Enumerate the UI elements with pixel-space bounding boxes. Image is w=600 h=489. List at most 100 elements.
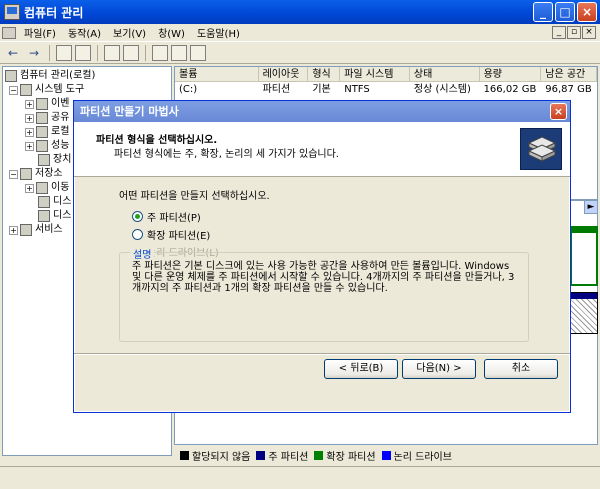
tree-item-label: 시스템 도구	[35, 84, 85, 95]
cell-file-system: NTFS	[344, 84, 370, 95]
cell-status: 정상 (시스템)	[413, 84, 471, 95]
collapse-icon[interactable]: −	[9, 169, 18, 179]
collapse-icon[interactable]: −	[9, 85, 18, 95]
close-button[interactable]: ×	[577, 2, 597, 22]
services-icon	[20, 224, 32, 236]
disk-stack-icon	[520, 128, 562, 170]
column-header-file-system[interactable]: 파일 시스템	[340, 67, 410, 81]
tree-item-shared-folders[interactable]: + 공유	[25, 111, 69, 125]
show-hide-tree-icon[interactable]	[75, 44, 91, 61]
cell-capacity: 166,02 GB	[483, 84, 537, 95]
button-separator	[74, 353, 570, 355]
partition-type-prompt: 어떤 파티션을 만들지 선택하십시오.	[119, 191, 270, 202]
wizard-title-bar[interactable]: 파티션 만들기 마법사 ×	[74, 101, 570, 122]
disk-partition-block[interactable]	[570, 226, 598, 286]
tree-item-services[interactable]: + 서비스	[9, 223, 63, 237]
expand-icon[interactable]: +	[9, 225, 18, 235]
menu-window[interactable]: 창(W)	[152, 25, 191, 40]
legend-item: 주 파티션	[256, 448, 308, 463]
tree-item-label: 장치	[53, 154, 72, 165]
create-partition-wizard: 파티션 만들기 마법사 × 파티션 형식을 선택하십시오. 파티션 형식에는 주…	[73, 100, 571, 413]
wizard-subheading: 파티션 형식에는 주, 확장, 논리의 세 가지가 있습니다.	[114, 149, 339, 160]
back-button[interactable]: < 뒤로(B)	[324, 359, 398, 379]
up-folder-icon[interactable]	[56, 44, 72, 61]
column-header-free-space[interactable]: 남은 공간	[541, 67, 597, 81]
toolbar-separator	[97, 44, 98, 61]
toolbar-separator	[145, 44, 146, 61]
export-list-icon[interactable]	[171, 44, 187, 61]
tree-item-label: 이벤	[51, 98, 70, 109]
shared-folder-icon	[36, 112, 48, 124]
radio-selected-icon	[132, 210, 143, 222]
column-header-capacity[interactable]: 용량	[480, 67, 542, 81]
menu-bar: 파일(F) 동작(A) 보기(V) 창(W) 도움말(H) _ ▫ ×	[0, 24, 600, 42]
expand-icon[interactable]: +	[25, 113, 34, 123]
unallocated-block[interactable]	[570, 292, 598, 334]
tree-item-removable-storage[interactable]: + 이동	[25, 181, 69, 195]
wizard-close-button[interactable]: ×	[550, 103, 567, 120]
tree-item-label: 이동	[51, 182, 70, 193]
column-header-volume[interactable]: 볼륨	[175, 67, 259, 81]
back-arrow-icon[interactable]: ←	[4, 45, 22, 61]
legend-item: 할당되지 않음	[180, 448, 250, 463]
legend-item: 확장 파티션	[314, 448, 376, 463]
tree-item-event-viewer[interactable]: + 이벤	[25, 97, 69, 111]
tree-item-device-manager[interactable]: 장치	[38, 153, 71, 167]
users-icon	[36, 126, 48, 138]
tree-item-disk-management[interactable]: 디스	[38, 209, 71, 223]
child-restore-button[interactable]: ▫	[567, 26, 581, 39]
cell-layout: 파티션	[262, 84, 291, 95]
toolbar: ← →	[0, 42, 600, 64]
child-minimize-button[interactable]: _	[552, 26, 566, 39]
menu-help[interactable]: 도움말(H)	[191, 25, 246, 40]
description-title: 설명	[130, 246, 155, 261]
tree-item-computer-management[interactable]: 컴퓨터 관리(로컬)	[5, 69, 95, 83]
radio-extended-partition[interactable]: 확장 파티션(E)	[132, 227, 211, 242]
performance-icon	[36, 140, 48, 152]
legend-label: 확장 파티션	[326, 451, 376, 463]
cancel-button[interactable]: 취소	[484, 359, 558, 379]
forward-arrow-icon[interactable]: →	[25, 45, 43, 61]
device-icon	[38, 154, 50, 166]
legend-label: 논리 드라이브	[393, 451, 452, 463]
menu-view[interactable]: 보기(V)	[107, 25, 152, 40]
expand-icon[interactable]: +	[25, 99, 34, 109]
wizard-title: 파티션 만들기 마법사	[80, 105, 179, 118]
help-icon[interactable]	[104, 44, 120, 61]
volume-list-header: 볼륨 레이아웃 형식 파일 시스템 상태 용량 남은 공간	[175, 67, 597, 82]
disk-view-icon[interactable]	[190, 44, 206, 61]
tree-item-disk-defragmenter[interactable]: 디스	[38, 195, 71, 209]
expand-icon[interactable]: +	[25, 183, 34, 193]
tree-item-local-users[interactable]: + 로컬	[25, 125, 69, 139]
menu-action[interactable]: 동작(A)	[62, 25, 107, 40]
tree-item-system-tools[interactable]: − 시스템 도구	[9, 83, 84, 97]
mmc-icon	[2, 26, 16, 39]
tree-item-performance[interactable]: + 성능	[25, 139, 69, 153]
window-title-bar[interactable]: 컴퓨터 관리 _ □ ×	[0, 0, 600, 24]
radio-primary-partition[interactable]: 주 파티션(P)	[132, 209, 201, 224]
scroll-right-icon[interactable]: ►	[584, 200, 598, 214]
column-header-type[interactable]: 형식	[308, 67, 341, 81]
menu-file[interactable]: 파일(F)	[18, 25, 62, 40]
properties-icon[interactable]	[123, 44, 139, 61]
expand-icon[interactable]: +	[25, 141, 34, 151]
maximize-button[interactable]: □	[555, 2, 575, 22]
tree-item-label: 공유	[51, 112, 70, 123]
cell-type: 기본	[312, 84, 331, 95]
tree-item-label: 서비스	[35, 224, 63, 235]
wizard-body: 어떤 파티션을 만들지 선택하십시오. 주 파티션(P) 확장 파티션(E) 논…	[74, 177, 570, 387]
defrag-icon	[38, 196, 50, 208]
minimize-button[interactable]: _	[533, 2, 553, 22]
wizard-heading: 파티션 형식을 선택하십시오.	[96, 135, 218, 146]
next-button[interactable]: 다음(N) >	[402, 359, 476, 379]
toolbar-separator	[49, 44, 50, 61]
table-row[interactable]: (C:) 파티션 기본 NTFS 정상 (시스템) 166,02 GB 96,8…	[175, 82, 597, 97]
child-close-button[interactable]: ×	[582, 26, 596, 39]
expand-icon[interactable]: +	[25, 127, 34, 137]
refresh-icon[interactable]	[152, 44, 168, 61]
tree-item-label: 컴퓨터 관리(로컬)	[20, 70, 96, 81]
tree-item-storage[interactable]: − 저장소	[9, 167, 63, 181]
column-header-status[interactable]: 상태	[410, 67, 480, 81]
column-header-layout[interactable]: 레이아웃	[259, 67, 309, 81]
radio-label: 확장 파티션(E)	[147, 230, 211, 242]
